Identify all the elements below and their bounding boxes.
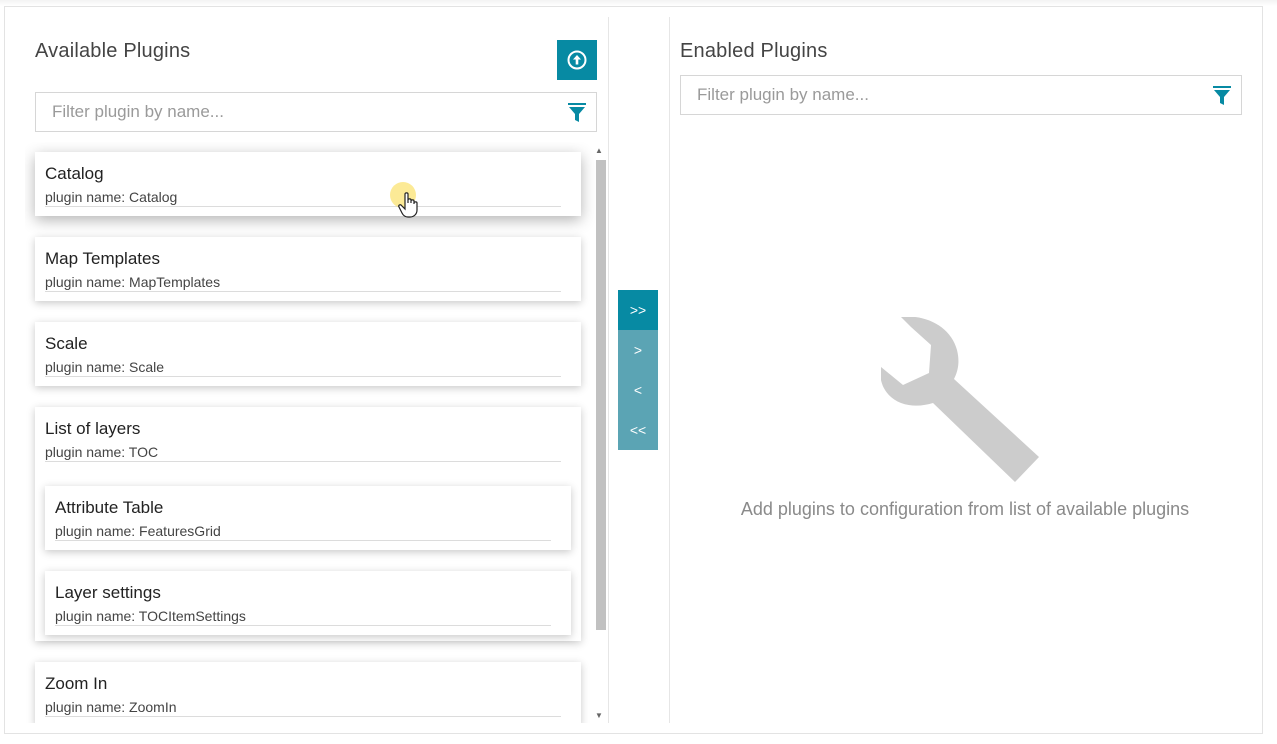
- empty-state-message: Add plugins to configuration from list o…: [740, 499, 1190, 519]
- move-right-button[interactable]: >: [618, 330, 658, 370]
- plugins-configurator: Available Plugins Catalog plugin name: C…: [4, 6, 1263, 734]
- plugin-subtitle: plugin name: MapTemplates: [45, 274, 221, 290]
- available-list-scrollbar[interactable]: ▲ ▼: [593, 144, 607, 723]
- available-filter-input[interactable]: [36, 93, 596, 131]
- filter-funnel-icon[interactable]: [568, 103, 586, 123]
- plugin-title: Catalog: [45, 164, 104, 183]
- hand-cursor-icon: [398, 192, 418, 218]
- plugin-card-map-templates[interactable]: Map Templates plugin name: MapTemplates: [35, 237, 581, 301]
- plugin-card-catalog[interactable]: Catalog plugin name: Catalog: [35, 152, 581, 216]
- plugin-card-scale[interactable]: Scale plugin name: Scale: [35, 322, 581, 386]
- plugin-subtitle: plugin name: Catalog: [45, 189, 178, 205]
- filter-funnel-icon[interactable]: [1213, 86, 1231, 106]
- enabled-plugins-title: Enabled Plugins: [680, 40, 828, 62]
- divider: [45, 291, 561, 292]
- move-all-left-button[interactable]: <<: [618, 410, 658, 450]
- enabled-filter-field: [680, 75, 1242, 115]
- scroll-thumb[interactable]: [596, 160, 606, 630]
- available-plugins-panel: Available Plugins Catalog plugin name: C…: [5, 7, 608, 733]
- plugin-subtitle: plugin name: TOC: [45, 444, 159, 460]
- plugin-card-attribute-table[interactable]: Attribute Table plugin name: FeaturesGri…: [45, 486, 571, 550]
- move-left-button[interactable]: <: [618, 370, 658, 410]
- divider: [45, 716, 561, 717]
- column-divider-left: [608, 17, 609, 723]
- plugin-card-list-of-layers[interactable]: List of layers plugin name: TOC Attribut…: [35, 407, 581, 641]
- plugin-subtitle: plugin name: TOCItemSettings: [55, 608, 246, 624]
- plugin-title: Map Templates: [45, 249, 160, 268]
- divider: [45, 461, 561, 462]
- available-plugins-list: Catalog plugin name: Catalog Map Templat…: [25, 142, 608, 723]
- plugin-subtitle: plugin name: ZoomIn: [45, 699, 177, 715]
- plugin-title: Attribute Table: [55, 498, 164, 517]
- plugin-card-layer-settings[interactable]: Layer settings plugin name: TOCItemSetti…: [45, 571, 571, 635]
- plugin-subtitle: plugin name: Scale: [45, 359, 165, 375]
- divider: [45, 376, 561, 377]
- upload-plugin-button[interactable]: [557, 40, 597, 80]
- plugin-card-zoom-in[interactable]: Zoom In plugin name: ZoomIn: [35, 662, 581, 723]
- divider: [55, 625, 551, 626]
- plugin-title: List of layers: [45, 419, 141, 438]
- column-divider-right: [669, 17, 670, 723]
- available-plugins-title: Available Plugins: [35, 40, 191, 62]
- upload-circle-icon: [567, 50, 587, 70]
- enabled-filter-input[interactable]: [681, 76, 1241, 114]
- wrench-icon: [881, 317, 1039, 482]
- divider: [45, 206, 561, 207]
- plugin-title: Scale: [45, 334, 88, 353]
- plugin-title: Layer settings: [55, 583, 161, 602]
- divider: [55, 540, 551, 541]
- scroll-down-arrow-icon[interactable]: ▼: [595, 712, 603, 720]
- plugin-title: Zoom In: [45, 674, 108, 693]
- plugin-subtitle: plugin name: FeaturesGrid: [55, 523, 221, 539]
- scroll-up-arrow-icon[interactable]: ▲: [595, 147, 603, 155]
- available-filter-field: [35, 92, 597, 132]
- move-all-right-button[interactable]: >>: [618, 290, 658, 330]
- transfer-buttons: >> > < <<: [618, 290, 658, 450]
